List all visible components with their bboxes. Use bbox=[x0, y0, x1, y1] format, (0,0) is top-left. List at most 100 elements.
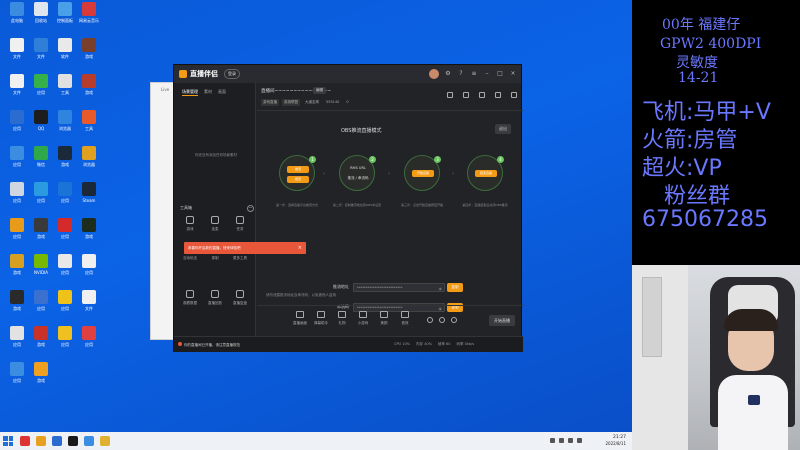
tool-sound[interactable]: 音效 bbox=[396, 311, 414, 333]
step-1-option-a[interactable]: 推流 bbox=[287, 166, 309, 173]
history-icon[interactable] bbox=[479, 92, 485, 98]
tool-game[interactable]: 游戏 bbox=[180, 216, 200, 238]
desktop-icon[interactable]: 工具 bbox=[76, 110, 102, 140]
desktop-icon[interactable]: 应用 bbox=[76, 254, 102, 284]
room-category[interactable]: 游戏直播 bbox=[261, 99, 279, 106]
step-4-stop[interactable]: 结束直播 bbox=[475, 170, 497, 177]
ime-icon[interactable] bbox=[568, 438, 573, 443]
desktop-icon[interactable]: 控制面板 bbox=[52, 2, 78, 32]
step-3-start[interactable]: 开始直播 bbox=[412, 170, 434, 177]
desktop-icon[interactable]: 游戏 bbox=[28, 218, 54, 248]
login-button[interactable]: 登录 bbox=[224, 69, 240, 79]
settings-icon[interactable] bbox=[451, 317, 457, 323]
desktop-icon[interactable]: 应用 bbox=[76, 326, 102, 356]
tool-beauty[interactable]: 美颜 bbox=[375, 311, 393, 333]
desktop-icon[interactable]: 应用 bbox=[28, 182, 54, 212]
start-button[interactable] bbox=[3, 436, 13, 446]
exit-obs-button[interactable]: 退出 bbox=[495, 124, 511, 134]
tool-screen[interactable]: 直播画面 bbox=[291, 311, 309, 333]
desktop-icon[interactable]: 文件 bbox=[4, 38, 30, 68]
maximize-icon[interactable]: □ bbox=[496, 70, 504, 78]
desktop-icon[interactable]: 微信 bbox=[28, 146, 54, 176]
start-live-button[interactable]: 开始直播 bbox=[489, 315, 515, 326]
bell-icon[interactable] bbox=[495, 92, 501, 98]
copy-url-button[interactable]: 复制 bbox=[447, 282, 463, 292]
add-tool-icon[interactable]: − bbox=[247, 205, 254, 212]
minimize-icon[interactable]: – bbox=[483, 70, 491, 78]
tool-review[interactable]: 直播复盘 bbox=[230, 290, 250, 312]
taskbar-app-icon[interactable] bbox=[68, 436, 78, 446]
taskbar-app-icon[interactable] bbox=[36, 436, 46, 446]
desktop-icon[interactable]: 应用 bbox=[4, 362, 30, 392]
desktop-icon[interactable]: 应用 bbox=[4, 182, 30, 212]
taskbar-app-icon[interactable] bbox=[52, 436, 62, 446]
taskbar-app-icon[interactable] bbox=[84, 436, 94, 446]
tab-materials[interactable]: 素材 bbox=[204, 89, 212, 96]
desktop-icon[interactable]: 游戏 bbox=[28, 362, 54, 392]
taskbar-app-icon[interactable] bbox=[20, 436, 30, 446]
tool-task[interactable]: 任务 bbox=[230, 216, 250, 238]
taskbar-app-icon[interactable] bbox=[100, 436, 110, 446]
desktop-icon[interactable]: 浏览器 bbox=[52, 110, 78, 140]
network-icon[interactable] bbox=[550, 438, 555, 443]
desktop-icon[interactable]: 游戏 bbox=[76, 218, 102, 248]
desktop-icon[interactable]: 应用 bbox=[52, 290, 78, 320]
step-4-desc: 第四步：直播结束后关闭OBS推流 bbox=[462, 203, 508, 207]
tool-minigame[interactable]: 小游戏 bbox=[354, 311, 372, 333]
desktop-icon[interactable]: 应用 bbox=[52, 254, 78, 284]
clock[interactable]: 21:27 2022/8/11 bbox=[605, 435, 626, 446]
desktop-icon[interactable]: 应用 bbox=[4, 326, 30, 356]
tab-scenes[interactable]: 场景管理 bbox=[182, 89, 198, 96]
tool-link[interactable]: 连麦 bbox=[205, 216, 225, 238]
help-icon[interactable]: ? bbox=[457, 70, 465, 78]
notification-icon[interactable] bbox=[577, 438, 582, 443]
desktop-icon[interactable]: 文件 bbox=[76, 290, 102, 320]
tool-data[interactable]: 观看数据 bbox=[180, 290, 200, 312]
desktop-icon[interactable]: 游戏 bbox=[76, 74, 102, 104]
desktop-icon[interactable]: 应用 bbox=[4, 110, 30, 140]
desktop-icon[interactable]: 文件 bbox=[28, 38, 54, 68]
desktop-icon[interactable]: 游戏 bbox=[52, 146, 78, 176]
desktop-icon[interactable]: 此电脑 bbox=[4, 2, 30, 32]
desktop-icon[interactable]: 游戏 bbox=[4, 290, 30, 320]
tab-canvas[interactable]: 画面 bbox=[218, 89, 226, 96]
tool-gift[interactable]: 礼物 bbox=[333, 311, 351, 333]
desktop-icon[interactable]: NVIDIA bbox=[28, 254, 54, 284]
camera-icon[interactable] bbox=[439, 317, 445, 323]
mic-icon[interactable] bbox=[427, 317, 433, 323]
desktop-icon[interactable]: 游戏 bbox=[76, 38, 102, 68]
gift-icon[interactable] bbox=[447, 92, 453, 98]
edit-room-button[interactable]: 编辑 bbox=[313, 87, 326, 94]
desktop-icon[interactable]: Steam bbox=[76, 182, 102, 212]
desktop-icon[interactable]: 文件 bbox=[4, 74, 30, 104]
tool-danmaku[interactable]: 弹幕助手 bbox=[312, 311, 330, 333]
volume-icon[interactable] bbox=[559, 438, 564, 443]
desktop-icon[interactable]: 应用 bbox=[52, 326, 78, 356]
desktop-icon[interactable]: 软件 bbox=[52, 38, 78, 68]
tool-replay[interactable]: 直播回放 bbox=[205, 290, 225, 312]
step-1-option-b[interactable]: 推流 bbox=[287, 176, 309, 183]
eye-icon[interactable]: ◉ bbox=[439, 285, 443, 293]
desktop-icon[interactable]: 应用 bbox=[4, 146, 30, 176]
desktop-icon[interactable]: 应用 bbox=[52, 182, 78, 212]
share-icon[interactable] bbox=[511, 92, 517, 98]
room-game[interactable]: 英雄联盟 bbox=[282, 99, 300, 106]
menu-icon[interactable]: ≡ bbox=[470, 70, 478, 78]
desktop-icon[interactable]: 回收站 bbox=[28, 2, 54, 32]
desktop-icon[interactable]: 网易云音乐 bbox=[76, 2, 102, 32]
push-url-field[interactable]: ************************** ◉ bbox=[353, 282, 445, 293]
file-icon[interactable] bbox=[463, 92, 469, 98]
settings-icon[interactable]: ⚙ bbox=[444, 70, 452, 78]
desktop-icon[interactable]: 游戏 bbox=[4, 254, 30, 284]
desktop-icon[interactable]: 应用 bbox=[28, 290, 54, 320]
desktop-icon[interactable]: 浏览器 bbox=[76, 146, 102, 176]
desktop-icon[interactable]: QQ bbox=[28, 110, 54, 140]
desktop-icon[interactable]: 工具 bbox=[52, 74, 78, 104]
desktop-icon[interactable]: 应用 bbox=[52, 218, 78, 248]
user-avatar[interactable] bbox=[429, 69, 439, 79]
desktop-icon[interactable]: 游戏 bbox=[28, 326, 54, 356]
close-icon[interactable]: × bbox=[509, 70, 517, 78]
app-icon bbox=[58, 110, 72, 124]
desktop-icon[interactable]: 应用 bbox=[4, 218, 30, 248]
desktop-icon[interactable]: 应用 bbox=[28, 74, 54, 104]
